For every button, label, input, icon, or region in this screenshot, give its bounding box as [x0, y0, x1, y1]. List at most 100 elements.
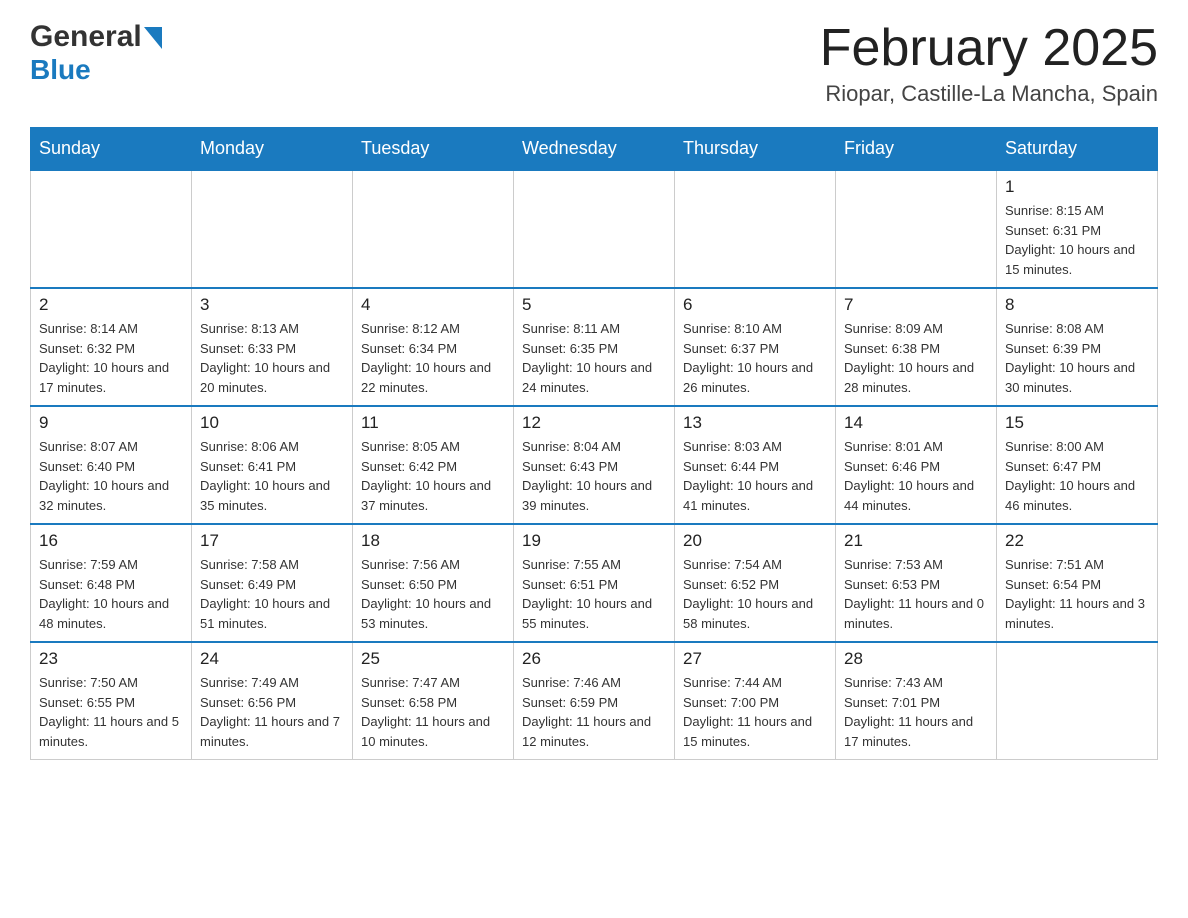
- day-info: Sunrise: 8:00 AMSunset: 6:47 PMDaylight:…: [1005, 437, 1149, 515]
- day-number: 1: [1005, 177, 1149, 197]
- logo-blue-text: Blue: [30, 54, 91, 85]
- day-number: 2: [39, 295, 183, 315]
- calendar-day-cell: 1 Sunrise: 8:15 AMSunset: 6:31 PMDaylight…: [997, 170, 1158, 288]
- day-number: 21: [844, 531, 988, 551]
- calendar-day-cell: 8 Sunrise: 8:08 AMSunset: 6:39 PMDaylight…: [997, 288, 1158, 406]
- day-info: Sunrise: 7:50 AMSunset: 6:55 PMDaylight:…: [39, 673, 183, 751]
- calendar-day-cell: [675, 170, 836, 288]
- calendar-day-cell: 6Sunrise: 8:10 AMSunset: 6:37 PMDaylight…: [675, 288, 836, 406]
- calendar-header-row: Sunday Monday Tuesday Wednesday Thursday…: [31, 128, 1158, 171]
- calendar-day-cell: 10 Sunrise: 8:06 AMSunset: 6:41 PMDayligh…: [192, 406, 353, 524]
- calendar-day-cell: 2 Sunrise: 8:14 AMSunset: 6:32 PMDaylight…: [31, 288, 192, 406]
- calendar-day-cell: [192, 170, 353, 288]
- col-monday: Monday: [192, 128, 353, 171]
- calendar-week-row: 1 Sunrise: 8:15 AMSunset: 6:31 PMDaylight…: [31, 170, 1158, 288]
- calendar-day-cell: 21 Sunrise: 7:53 AMSunset: 6:53 PMDayligh…: [836, 524, 997, 642]
- col-friday: Friday: [836, 128, 997, 171]
- day-info: Sunrise: 8:08 AMSunset: 6:39 PMDaylight:…: [1005, 319, 1149, 397]
- day-info: Sunrise: 7:54 AMSunset: 6:52 PMDaylight:…: [683, 555, 827, 633]
- day-info: Sunrise: 8:12 AMSunset: 6:34 PMDaylight:…: [361, 319, 505, 397]
- calendar-day-cell: 9 Sunrise: 8:07 AMSunset: 6:40 PMDaylight…: [31, 406, 192, 524]
- day-number: 8: [1005, 295, 1149, 315]
- calendar-day-cell: [31, 170, 192, 288]
- day-number: 16: [39, 531, 183, 551]
- day-number: 9: [39, 413, 183, 433]
- calendar-day-cell: 7 Sunrise: 8:09 AMSunset: 6:38 PMDaylight…: [836, 288, 997, 406]
- col-sunday: Sunday: [31, 128, 192, 171]
- day-info: Sunrise: 8:09 AMSunset: 6:38 PMDaylight:…: [844, 319, 988, 397]
- month-title: February 2025: [820, 20, 1158, 77]
- calendar-day-cell: 22Sunrise: 7:51 AMSunset: 6:54 PMDayligh…: [997, 524, 1158, 642]
- day-number: 4: [361, 295, 505, 315]
- calendar-day-cell: 12 Sunrise: 8:04 AMSunset: 6:43 PMDayligh…: [514, 406, 675, 524]
- day-info: Sunrise: 8:03 AMSunset: 6:44 PMDaylight:…: [683, 437, 827, 515]
- calendar-week-row: 16 Sunrise: 7:59 AMSunset: 6:48 PMDayligh…: [31, 524, 1158, 642]
- calendar-day-cell: 24 Sunrise: 7:49 AMSunset: 6:56 PMDayligh…: [192, 642, 353, 760]
- day-info: Sunrise: 7:59 AMSunset: 6:48 PMDaylight:…: [39, 555, 183, 633]
- calendar-day-cell: 4 Sunrise: 8:12 AMSunset: 6:34 PMDaylight…: [353, 288, 514, 406]
- calendar-day-cell: 16 Sunrise: 7:59 AMSunset: 6:48 PMDayligh…: [31, 524, 192, 642]
- day-info: Sunrise: 7:43 AMSunset: 7:01 PMDaylight:…: [844, 673, 988, 751]
- day-number: 17: [200, 531, 344, 551]
- day-info: Sunrise: 7:49 AMSunset: 6:56 PMDaylight:…: [200, 673, 344, 751]
- calendar-day-cell: 14 Sunrise: 8:01 AMSunset: 6:46 PMDayligh…: [836, 406, 997, 524]
- calendar-day-cell: [353, 170, 514, 288]
- day-info: Sunrise: 7:46 AMSunset: 6:59 PMDaylight:…: [522, 673, 666, 751]
- title-area: February 2025 Riopar, Castille-La Mancha…: [820, 20, 1158, 107]
- calendar-week-row: 9 Sunrise: 8:07 AMSunset: 6:40 PMDaylight…: [31, 406, 1158, 524]
- day-info: Sunrise: 8:07 AMSunset: 6:40 PMDaylight:…: [39, 437, 183, 515]
- calendar-day-cell: [514, 170, 675, 288]
- day-info: Sunrise: 8:15 AMSunset: 6:31 PMDaylight:…: [1005, 201, 1149, 279]
- day-info: Sunrise: 7:55 AMSunset: 6:51 PMDaylight:…: [522, 555, 666, 633]
- day-info: Sunrise: 8:05 AMSunset: 6:42 PMDaylight:…: [361, 437, 505, 515]
- day-number: 27: [683, 649, 827, 669]
- day-number: 10: [200, 413, 344, 433]
- day-number: 14: [844, 413, 988, 433]
- logo-triangle-icon: [144, 27, 162, 49]
- calendar-day-cell: 23 Sunrise: 7:50 AMSunset: 6:55 PMDayligh…: [31, 642, 192, 760]
- day-info: Sunrise: 8:13 AMSunset: 6:33 PMDaylight:…: [200, 319, 344, 397]
- calendar-day-cell: 25Sunrise: 7:47 AMSunset: 6:58 PMDayligh…: [353, 642, 514, 760]
- calendar-day-cell: 5Sunrise: 8:11 AMSunset: 6:35 PMDaylight…: [514, 288, 675, 406]
- calendar-day-cell: 28 Sunrise: 7:43 AMSunset: 7:01 PMDayligh…: [836, 642, 997, 760]
- day-number: 23: [39, 649, 183, 669]
- day-info: Sunrise: 8:06 AMSunset: 6:41 PMDaylight:…: [200, 437, 344, 515]
- col-tuesday: Tuesday: [353, 128, 514, 171]
- day-number: 24: [200, 649, 344, 669]
- day-info: Sunrise: 7:44 AMSunset: 7:00 PMDaylight:…: [683, 673, 827, 751]
- col-saturday: Saturday: [997, 128, 1158, 171]
- day-info: Sunrise: 7:53 AMSunset: 6:53 PMDaylight:…: [844, 555, 988, 633]
- calendar-day-cell: [836, 170, 997, 288]
- calendar-day-cell: 15 Sunrise: 8:00 AMSunset: 6:47 PMDayligh…: [997, 406, 1158, 524]
- day-info: Sunrise: 8:14 AMSunset: 6:32 PMDaylight:…: [39, 319, 183, 397]
- col-wednesday: Wednesday: [514, 128, 675, 171]
- day-number: 25: [361, 649, 505, 669]
- logo-area: General Blue: [30, 20, 162, 86]
- day-number: 11: [361, 413, 505, 433]
- day-info: Sunrise: 8:10 AMSunset: 6:37 PMDaylight:…: [683, 319, 827, 397]
- day-number: 15: [1005, 413, 1149, 433]
- calendar-day-cell: 3Sunrise: 8:13 AMSunset: 6:33 PMDaylight…: [192, 288, 353, 406]
- col-thursday: Thursday: [675, 128, 836, 171]
- day-number: 7: [844, 295, 988, 315]
- calendar-day-cell: 20 Sunrise: 7:54 AMSunset: 6:52 PMDayligh…: [675, 524, 836, 642]
- calendar-week-row: 23 Sunrise: 7:50 AMSunset: 6:55 PMDayligh…: [31, 642, 1158, 760]
- day-number: 13: [683, 413, 827, 433]
- day-info: Sunrise: 8:04 AMSunset: 6:43 PMDaylight:…: [522, 437, 666, 515]
- day-number: 12: [522, 413, 666, 433]
- day-number: 5: [522, 295, 666, 315]
- day-info: Sunrise: 8:01 AMSunset: 6:46 PMDaylight:…: [844, 437, 988, 515]
- calendar-table: Sunday Monday Tuesday Wednesday Thursday…: [30, 127, 1158, 760]
- day-number: 28: [844, 649, 988, 669]
- day-number: 22: [1005, 531, 1149, 551]
- calendar-day-cell: 11 Sunrise: 8:05 AMSunset: 6:42 PMDayligh…: [353, 406, 514, 524]
- day-number: 20: [683, 531, 827, 551]
- day-info: Sunrise: 7:58 AMSunset: 6:49 PMDaylight:…: [200, 555, 344, 633]
- calendar-day-cell: 18Sunrise: 7:56 AMSunset: 6:50 PMDayligh…: [353, 524, 514, 642]
- calendar-day-cell: [997, 642, 1158, 760]
- calendar-day-cell: 19 Sunrise: 7:55 AMSunset: 6:51 PMDayligh…: [514, 524, 675, 642]
- location-subtitle: Riopar, Castille-La Mancha, Spain: [820, 81, 1158, 107]
- calendar-day-cell: 26Sunrise: 7:46 AMSunset: 6:59 PMDayligh…: [514, 642, 675, 760]
- day-number: 19: [522, 531, 666, 551]
- day-info: Sunrise: 7:56 AMSunset: 6:50 PMDaylight:…: [361, 555, 505, 633]
